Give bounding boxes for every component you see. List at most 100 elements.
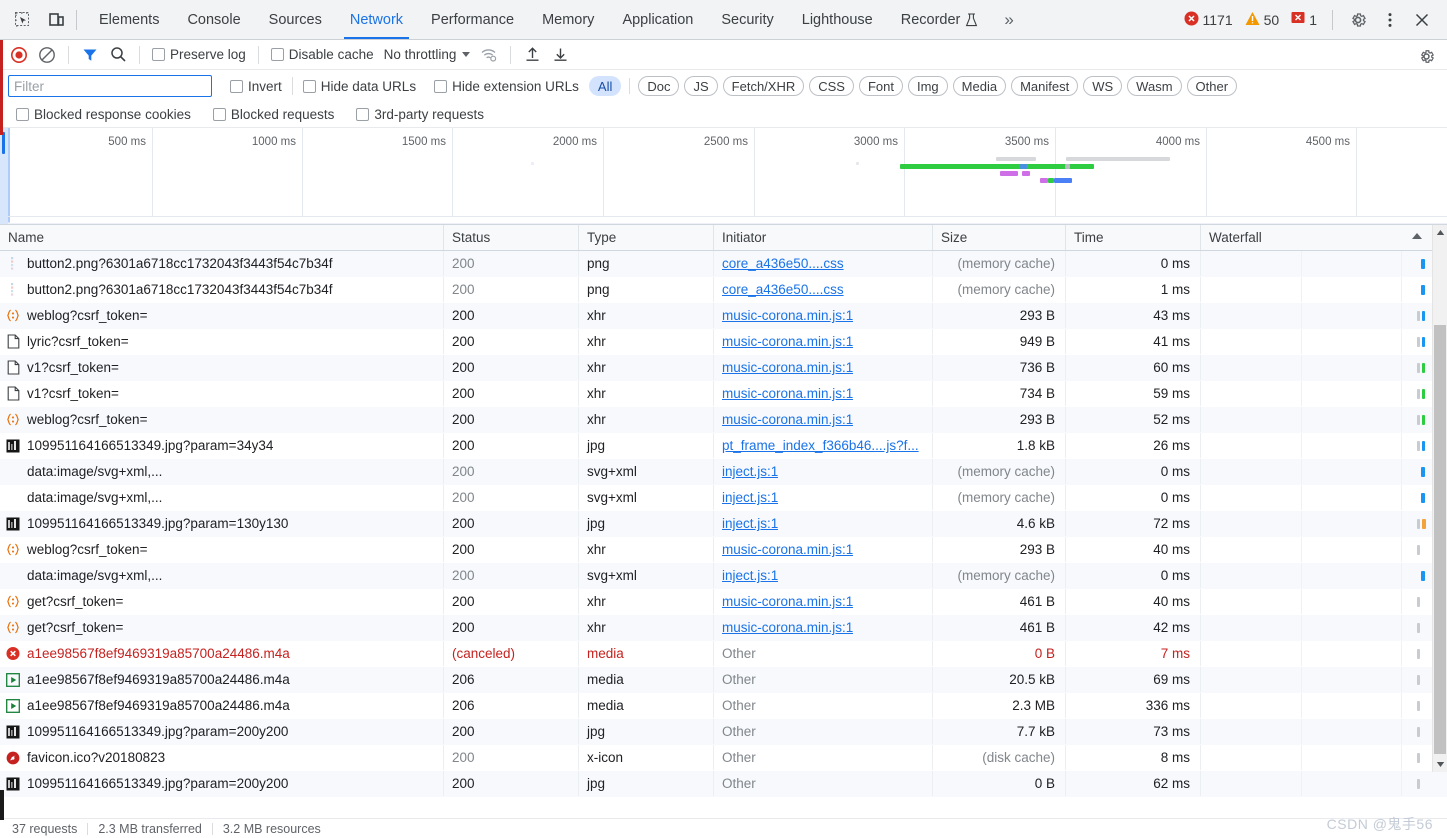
cell-initiator[interactable]: inject.js:1 xyxy=(714,485,933,510)
blocked-response-cookies-checkbox[interactable]: Blocked response cookies xyxy=(12,107,195,122)
table-row[interactable]: weblog?csrf_token= 200 xhr music-corona.min… xyxy=(0,537,1447,563)
table-row[interactable]: get?csrf_token= 200 xhr music-corona.min.js… xyxy=(0,615,1447,641)
warning-counter[interactable]: 50 xyxy=(1240,11,1285,29)
chip-js[interactable]: JS xyxy=(684,76,718,96)
table-row[interactable]: v1?csrf_token= 200 xhr music-corona.min.js:… xyxy=(0,355,1447,381)
preserve-log-checkbox[interactable]: Preserve log xyxy=(148,47,250,62)
cell-waterfall[interactable] xyxy=(1201,771,1432,796)
cell-name[interactable]: data:image/svg+xml,... xyxy=(0,459,444,484)
chip-manifest[interactable]: Manifest xyxy=(1011,76,1079,96)
chip-other[interactable]: Other xyxy=(1186,76,1238,96)
inspect-icon[interactable] xyxy=(8,6,36,34)
tab-security[interactable]: Security xyxy=(707,0,787,39)
tab-performance[interactable]: Performance xyxy=(417,0,528,39)
column-header-waterfall[interactable]: Waterfall xyxy=(1201,225,1432,250)
cell-name[interactable]: v1?csrf_token= xyxy=(0,355,444,380)
third-party-requests-checkbox[interactable]: 3rd-party requests xyxy=(352,107,488,122)
initiator-link[interactable]: music-corona.min.js:1 xyxy=(722,620,853,635)
cell-waterfall[interactable] xyxy=(1201,459,1432,484)
chip-all[interactable]: All xyxy=(588,76,622,96)
table-row[interactable]: button2.png?6301a6718cc1732043f3443f54c7… xyxy=(0,251,1447,277)
initiator-link[interactable]: music-corona.min.js:1 xyxy=(722,542,853,557)
disable-cache-checkbox[interactable]: Disable cache xyxy=(267,47,378,62)
cell-waterfall[interactable] xyxy=(1201,667,1432,692)
cell-name[interactable]: weblog?csrf_token= xyxy=(0,303,444,328)
export-har-icon[interactable] xyxy=(547,42,573,68)
cell-initiator[interactable]: core_a436e50....css xyxy=(714,277,933,302)
cell-waterfall[interactable] xyxy=(1201,615,1432,640)
cell-waterfall[interactable] xyxy=(1201,433,1432,458)
device-toolbar-icon[interactable] xyxy=(42,6,70,34)
cell-waterfall[interactable] xyxy=(1201,329,1432,354)
initiator-link[interactable]: music-corona.min.js:1 xyxy=(722,594,853,609)
tab-recorder[interactable]: Recorder xyxy=(887,0,993,39)
tab-lighthouse[interactable]: Lighthouse xyxy=(788,0,887,39)
cell-waterfall[interactable] xyxy=(1201,511,1432,536)
chip-font[interactable]: Font xyxy=(858,76,903,96)
table-row[interactable]: weblog?csrf_token= 200 xhr music-corona.min… xyxy=(0,407,1447,433)
cell-name[interactable]: a1ee98567f8ef9469319a85700a24486.m4a xyxy=(0,641,444,666)
cell-name[interactable]: 109951164166513349.jpg?param=200y200 xyxy=(0,719,444,744)
initiator-link[interactable]: music-corona.min.js:1 xyxy=(722,308,853,323)
initiator-link[interactable]: music-corona.min.js:1 xyxy=(722,334,853,349)
cell-waterfall[interactable] xyxy=(1201,537,1432,562)
table-row[interactable]: button2.png?6301a6718cc1732043f3443f54c7… xyxy=(0,277,1447,303)
cell-waterfall[interactable] xyxy=(1201,563,1432,588)
invert-checkbox[interactable]: Invert xyxy=(226,79,286,94)
cell-waterfall[interactable] xyxy=(1201,485,1432,510)
blocked-requests-checkbox[interactable]: Blocked requests xyxy=(209,107,339,122)
table-row[interactable]: 109951164166513349.jpg?param=200y200 200 j… xyxy=(0,719,1447,745)
table-row[interactable]: data:image/svg+xml,... 200 svg+xml inject.j… xyxy=(0,459,1447,485)
initiator-link[interactable]: inject.js:1 xyxy=(722,516,778,531)
initiator-link[interactable]: inject.js:1 xyxy=(722,568,778,583)
cell-waterfall[interactable] xyxy=(1201,303,1432,328)
cell-waterfall[interactable] xyxy=(1201,355,1432,380)
cell-waterfall[interactable] xyxy=(1201,251,1432,276)
cell-initiator[interactable]: music-corona.min.js:1 xyxy=(714,381,933,406)
network-settings-gear-icon[interactable] xyxy=(1413,43,1439,69)
tab-memory[interactable]: Memory xyxy=(528,0,608,39)
table-row[interactable]: a1ee98567f8ef9469319a85700a24486.m4a (can… xyxy=(0,641,1447,667)
import-har-icon[interactable] xyxy=(519,42,545,68)
cell-initiator[interactable]: music-corona.min.js:1 xyxy=(714,589,933,614)
cell-initiator[interactable]: music-corona.min.js:1 xyxy=(714,615,933,640)
cell-name[interactable]: 109951164166513349.jpg?param=130y130 xyxy=(0,511,444,536)
cell-initiator[interactable]: music-corona.min.js:1 xyxy=(714,329,933,354)
chip-wasm[interactable]: Wasm xyxy=(1127,76,1182,96)
cell-name[interactable]: lyric?csrf_token= xyxy=(0,329,444,354)
cell-name[interactable]: get?csrf_token= xyxy=(0,589,444,614)
cell-name[interactable]: a1ee98567f8ef9469319a85700a24486.m4a xyxy=(0,667,444,692)
more-tabs-button[interactable]: » xyxy=(992,0,1025,39)
cell-initiator[interactable]: music-corona.min.js:1 xyxy=(714,407,933,432)
table-row[interactable]: a1ee98567f8ef9469319a85700a24486.m4a 206 m… xyxy=(0,693,1447,719)
cell-initiator[interactable]: music-corona.min.js:1 xyxy=(714,537,933,562)
tab-elements[interactable]: Elements xyxy=(85,0,173,39)
close-icon[interactable] xyxy=(1407,5,1437,35)
column-header-name[interactable]: Name xyxy=(0,225,444,250)
initiator-link[interactable]: music-corona.min.js:1 xyxy=(722,412,853,427)
cell-waterfall[interactable] xyxy=(1201,693,1432,718)
table-row[interactable]: v1?csrf_token= 200 xhr music-corona.min.js:… xyxy=(0,381,1447,407)
chip-ws[interactable]: WS xyxy=(1083,76,1123,96)
chip-css[interactable]: CSS xyxy=(809,76,854,96)
filter-input[interactable] xyxy=(8,75,212,97)
cell-name[interactable]: v1?csrf_token= xyxy=(0,381,444,406)
chip-img[interactable]: Img xyxy=(907,76,948,96)
search-icon[interactable] xyxy=(105,42,131,68)
timeline-overview[interactable]: 500 ms 1000 ms 1500 ms 2000 ms 2500 ms 3000 m… xyxy=(0,128,1447,225)
table-row[interactable]: 109951164166513349.jpg?param=130y130 200 j… xyxy=(0,511,1447,537)
initiator-link[interactable]: music-corona.min.js:1 xyxy=(722,360,853,375)
table-row[interactable]: a1ee98567f8ef9469319a85700a24486.m4a 206 m… xyxy=(0,667,1447,693)
cell-waterfall[interactable] xyxy=(1201,407,1432,432)
hide-data-urls-checkbox[interactable]: Hide data URLs xyxy=(299,79,420,94)
column-header-type[interactable]: Type xyxy=(579,225,714,250)
column-header-size[interactable]: Size xyxy=(933,225,1066,250)
cell-waterfall[interactable] xyxy=(1201,745,1432,770)
initiator-link[interactable]: pt_frame_index_f366b46....js?f... xyxy=(722,438,919,453)
cell-waterfall[interactable] xyxy=(1201,589,1432,614)
cell-waterfall[interactable] xyxy=(1201,277,1432,302)
filter-funnel-icon[interactable] xyxy=(77,42,103,68)
cell-name[interactable]: weblog?csrf_token= xyxy=(0,407,444,432)
cell-name[interactable]: get?csrf_token= xyxy=(0,615,444,640)
vertical-scrollbar[interactable] xyxy=(1432,225,1447,772)
